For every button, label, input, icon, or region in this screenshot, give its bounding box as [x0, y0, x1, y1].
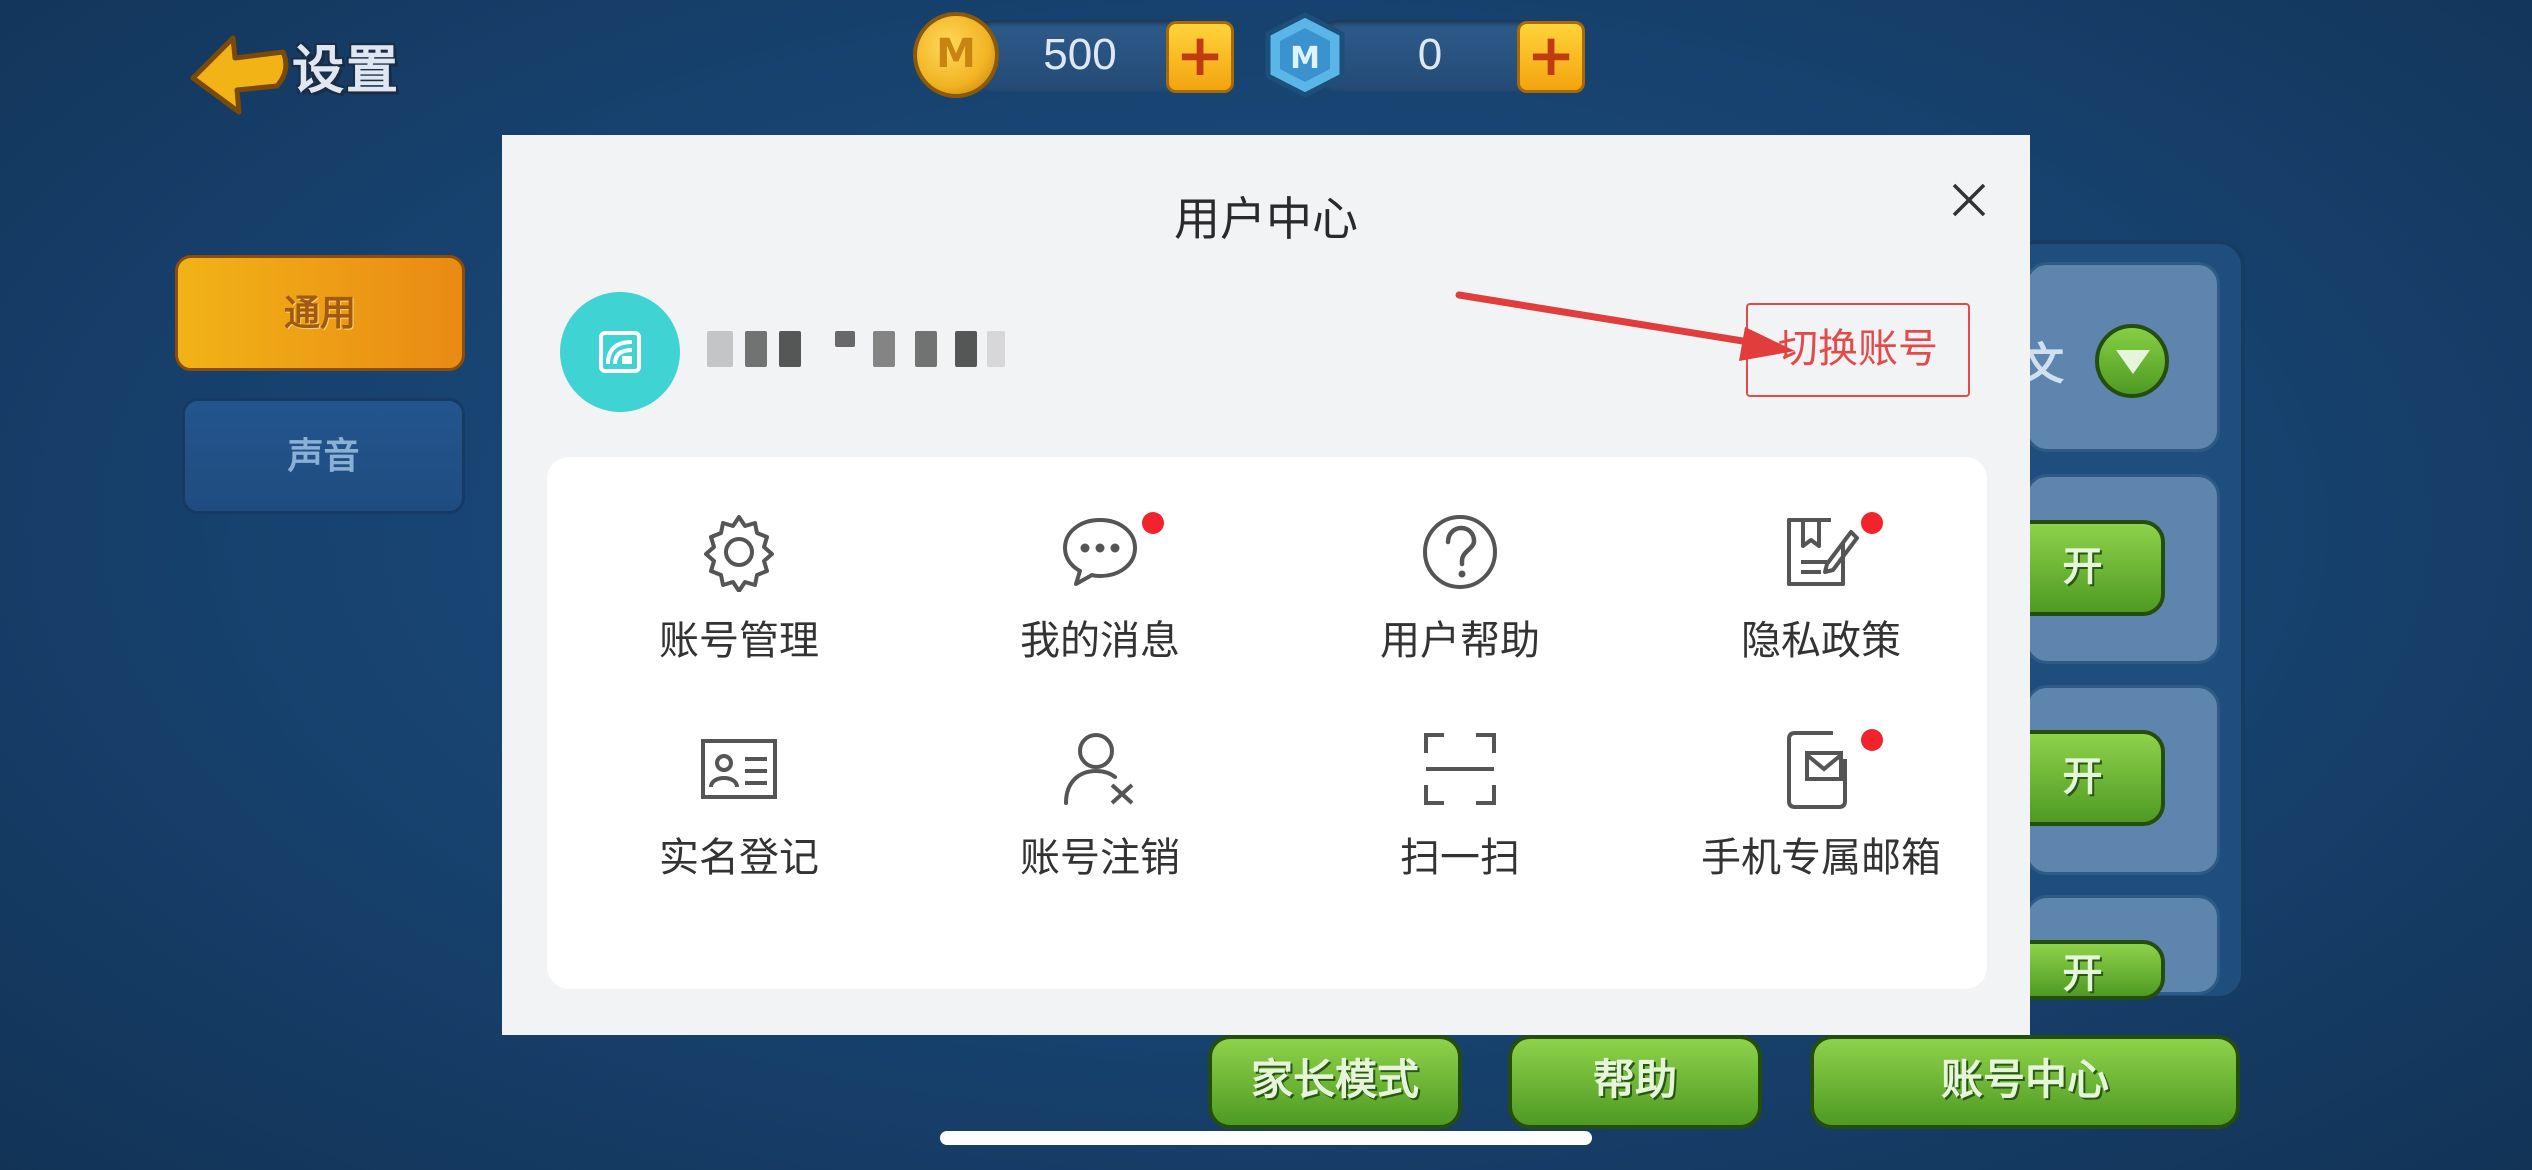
item-label: 实名登记 [659, 835, 819, 881]
coin-icon: M [913, 12, 999, 98]
back-arrow-icon[interactable] [185, 30, 295, 115]
help-button[interactable]: 帮助 [1508, 1035, 1762, 1129]
tab-general[interactable]: 通用 [175, 255, 465, 371]
add-coins-button[interactable]: + [1166, 21, 1234, 93]
notification-badge [1861, 512, 1883, 534]
real-name-registration-item[interactable]: 实名登记 [569, 729, 909, 909]
item-label: 扫一扫 [1400, 835, 1520, 881]
account-center-button[interactable]: 账号中心 [1810, 1035, 2240, 1129]
gem-icon: M [1265, 12, 1345, 98]
gem-symbol: M [1290, 41, 1320, 76]
home-indicator[interactable] [940, 1131, 1592, 1145]
account-management-item[interactable]: 账号管理 [569, 512, 909, 692]
tab-sound[interactable]: 声音 [182, 398, 465, 514]
gear-icon [704, 515, 774, 592]
phone-mailbox-item[interactable]: 手机专属邮箱 [1651, 729, 1991, 909]
dropdown-icon[interactable] [2095, 324, 2169, 398]
scan-icon [1424, 733, 1496, 805]
avatar [560, 292, 680, 412]
item-label: 账号注销 [1020, 835, 1180, 881]
item-label: 隐私政策 [1741, 618, 1901, 664]
account-cancellation-item[interactable]: 账号注销 [930, 729, 1270, 909]
scan-item[interactable]: 扫一扫 [1290, 729, 1630, 909]
chat-bubble-icon [1063, 518, 1137, 586]
username-blurred [707, 331, 1007, 371]
phone-mail-icon [1787, 731, 1847, 809]
close-icon[interactable] [1942, 173, 1996, 227]
page-title: 设置 [292, 41, 401, 101]
user-center-dialog: 用户中心 切换账号 账号管理 我的消息 用户帮助 隐私政策 实名登记 账号注销 … [502, 135, 2030, 1035]
avatar-logo-icon [599, 331, 641, 373]
id-card-icon [701, 739, 777, 799]
item-label: 我的消息 [1020, 618, 1180, 664]
item-label: 用户帮助 [1380, 618, 1540, 664]
item-label: 账号管理 [659, 618, 819, 664]
user-remove-icon [1064, 733, 1134, 805]
document-edit-icon [1787, 518, 1859, 586]
gem-count: 0 [1417, 30, 1443, 79]
function-grid: 账号管理 我的消息 用户帮助 隐私政策 实名登记 账号注销 扫一扫 手机专属邮箱 [547, 457, 1987, 989]
coin-count: 500 [1043, 30, 1117, 79]
privacy-policy-item[interactable]: 隐私政策 [1651, 512, 1991, 692]
notification-badge [1861, 729, 1883, 751]
parent-mode-button[interactable]: 家长模式 [1208, 1035, 1462, 1129]
item-label: 手机专属邮箱 [1701, 835, 1941, 881]
user-help-item[interactable]: 用户帮助 [1290, 512, 1630, 692]
notification-badge [1142, 512, 1164, 534]
dialog-title: 用户中心 [1174, 192, 1358, 246]
my-messages-item[interactable]: 我的消息 [930, 512, 1270, 692]
annotation-arrow-icon [1455, 291, 1795, 361]
question-circle-icon [1423, 515, 1497, 589]
add-gems-button[interactable]: + [1517, 21, 1585, 93]
